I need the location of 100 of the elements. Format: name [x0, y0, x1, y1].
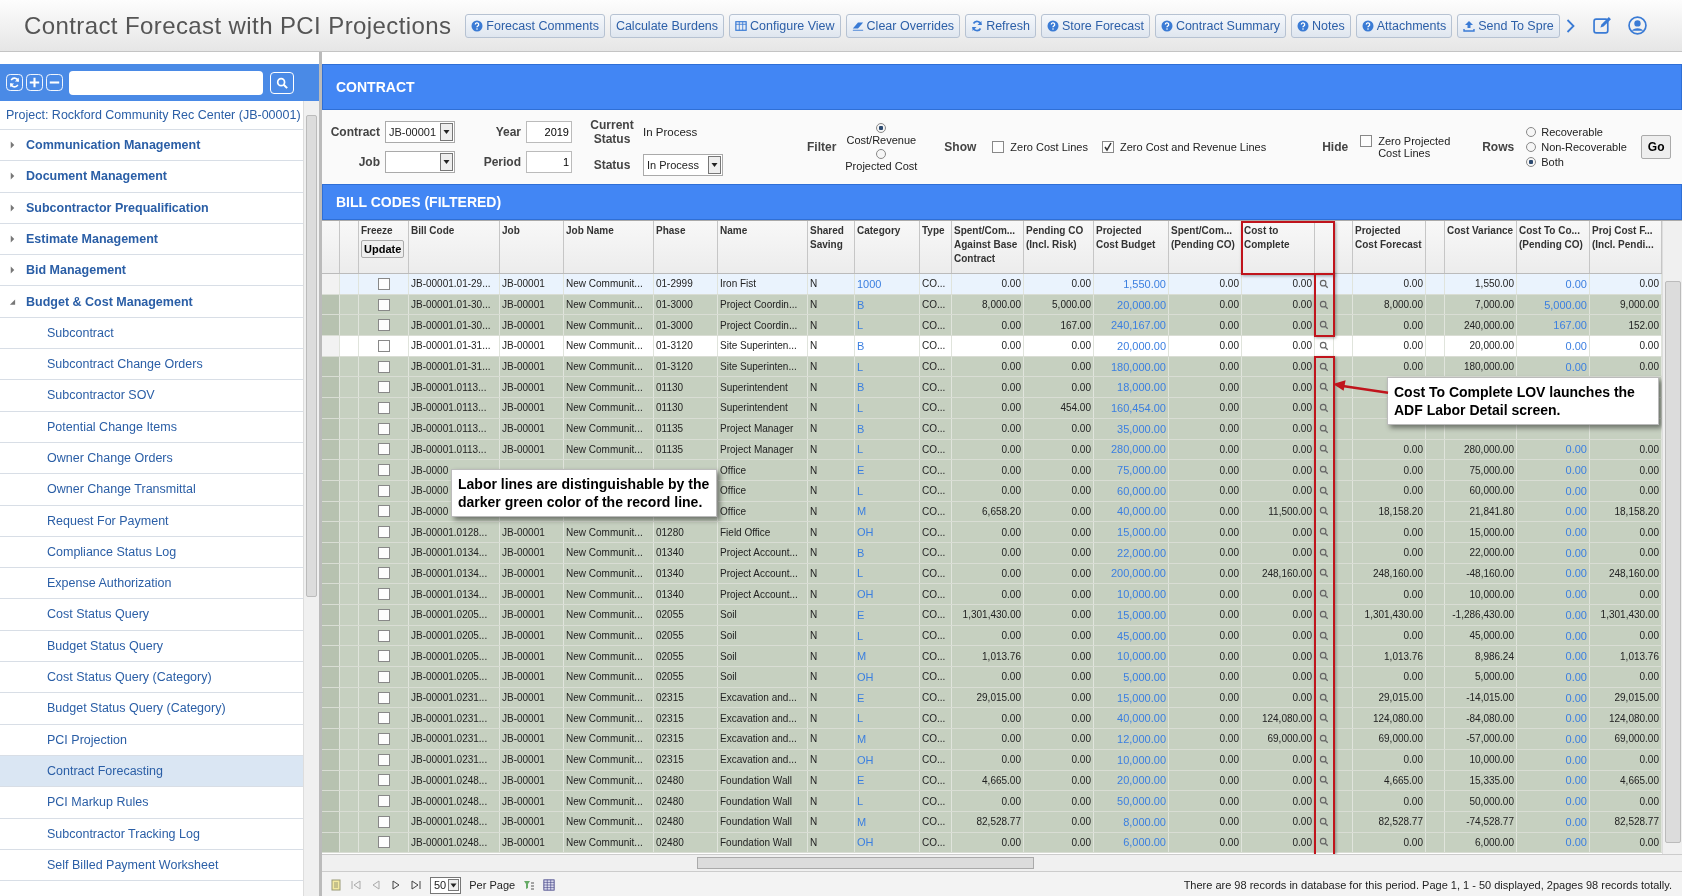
- table-cell: JB-00001: [502, 526, 545, 538]
- table-cell: 0.00: [1292, 609, 1312, 621]
- table-cell: New Communit...: [566, 361, 643, 373]
- table-cell: 69,000.00: [1614, 733, 1659, 745]
- table-cell: CO...: [922, 795, 946, 807]
- table-cell: 0.00: [1219, 774, 1239, 786]
- table-cell: CO...: [922, 816, 946, 828]
- table-cell: New Communit...: [566, 319, 643, 331]
- table-cell: 0.00: [1219, 836, 1239, 848]
- table-cell: 0.00: [1219, 464, 1239, 476]
- table-cell: 0.00: [1219, 816, 1239, 828]
- table-cell: 0.00: [1639, 526, 1659, 538]
- table-cell: 01340: [656, 588, 684, 600]
- table-cell: JB-00001.01-30...: [411, 299, 491, 311]
- table-cell: L: [857, 484, 864, 497]
- table-cell: JB-00001.0248...: [411, 836, 488, 848]
- table-cell: 0.00: [1219, 795, 1239, 807]
- table-cell: 248,160.00: [1608, 567, 1659, 579]
- table-cell: 180,000.00: [1110, 360, 1166, 373]
- table-cell: 248,160.00: [1372, 567, 1423, 579]
- table-cell: 0.00: [1292, 774, 1312, 786]
- menu-group-label: Budget & Cost Management: [26, 294, 193, 309]
- table-cell: 0.00: [1403, 630, 1423, 642]
- table-cell: 01135: [656, 443, 684, 455]
- table-cell: JB-00001: [502, 671, 545, 683]
- table-cell: L: [857, 567, 864, 580]
- table-cell: 280,000.00: [1463, 443, 1514, 455]
- table-cell: JB-0000: [411, 505, 449, 517]
- table-cell: 0.00: [1071, 278, 1091, 290]
- table-cell: CO...: [922, 630, 946, 642]
- column-header: Spent/Com... Against Base Contract: [954, 224, 1019, 266]
- window-title: Contract Forecast with PCI Projections: [24, 11, 452, 40]
- table-cell: 0.00: [1292, 278, 1312, 290]
- table-cell: 0.00: [1001, 547, 1021, 559]
- table-cell: -48,160.00: [1466, 567, 1514, 579]
- table-cell: CO...: [922, 505, 946, 517]
- table-cell: L: [857, 795, 864, 808]
- table-cell: 0.00: [1071, 443, 1091, 455]
- table-cell: 160,454.00: [1110, 401, 1166, 414]
- table-cell: New Communit...: [566, 630, 643, 642]
- table-cell: 0.00: [1219, 485, 1239, 497]
- table-cell: JB-00001.0205...: [411, 630, 488, 642]
- table-cell: M: [857, 815, 867, 828]
- table-cell: 02480: [656, 836, 684, 848]
- field-label: Current Status: [589, 118, 635, 146]
- field-label: Hide: [1322, 140, 1349, 154]
- table-cell: Superintendent: [720, 402, 788, 414]
- table-cell: JB-00001.0248...: [411, 816, 488, 828]
- table-cell: 124,080.00: [1608, 712, 1659, 724]
- table-cell: 29,015.00: [1614, 692, 1659, 704]
- table-cell: Field Office: [720, 526, 771, 538]
- table-cell: 01-3000: [656, 319, 693, 331]
- table-cell: 0.00: [1403, 340, 1423, 352]
- table-cell: 11,500.00: [1268, 505, 1312, 517]
- table-cell: 0.00: [1292, 795, 1312, 807]
- table-cell: 0.00: [1292, 361, 1312, 373]
- table-cell: 0.00: [1071, 423, 1091, 435]
- table-cell: Excavation and...: [720, 733, 797, 745]
- table-cell: 0.00: [1071, 567, 1091, 579]
- table-cell: 0.00: [1001, 443, 1021, 455]
- table-cell: JB-00001: [502, 423, 545, 435]
- table-cell: 20,000.00: [1117, 298, 1166, 311]
- table-cell: Soil: [720, 630, 737, 642]
- column-header: Job Name: [566, 224, 614, 238]
- table-cell: 0.00: [1639, 485, 1659, 497]
- table-cell: E: [857, 608, 865, 621]
- table-cell: 0.00: [1219, 505, 1239, 517]
- table-cell: L: [857, 401, 864, 414]
- table-cell: 0.00: [1001, 795, 1021, 807]
- table-cell: N: [810, 567, 818, 579]
- table-cell: 0.00: [1292, 671, 1312, 683]
- column-header: Cost To Co... (Pending CO): [1519, 224, 1584, 252]
- table-cell: JB-00001: [502, 361, 545, 373]
- table-cell: 0.00: [1565, 629, 1587, 642]
- table-cell: CO...: [922, 402, 946, 414]
- table-cell: JB-00001: [502, 278, 545, 290]
- table-cell: 6,658.20: [982, 505, 1021, 517]
- table-cell: 0.00: [1403, 485, 1423, 497]
- table-cell: 15,000.00: [1117, 691, 1166, 704]
- table-cell: 0.00: [1219, 609, 1239, 621]
- table-cell: 0.00: [1292, 816, 1312, 828]
- table-cell: 0.00: [1071, 754, 1091, 766]
- table-cell: N: [810, 609, 818, 621]
- table-cell: CO...: [922, 712, 946, 724]
- menu-group-label: Subcontractor Prequalification: [26, 200, 209, 215]
- table-cell: 0.00: [1403, 588, 1423, 600]
- table-cell: 0.00: [1071, 526, 1091, 538]
- table-cell: 0.00: [1639, 795, 1659, 807]
- table-cell: 40,000.00: [1117, 505, 1166, 518]
- table-cell: 20,000.00: [1117, 339, 1166, 352]
- table-cell: CO...: [922, 361, 946, 373]
- table-cell: CO...: [922, 423, 946, 435]
- table-cell: 0.00: [1071, 774, 1091, 786]
- table-cell: 0.00: [1292, 464, 1312, 476]
- table-cell: 0.00: [1565, 608, 1587, 621]
- table-cell: 0.00: [1565, 815, 1587, 828]
- table-cell: 0.00: [1292, 443, 1312, 455]
- table-cell: Excavation and...: [720, 712, 797, 724]
- column-header: Spent/Com... (Pending CO): [1171, 224, 1236, 252]
- table-cell: 0.00: [1639, 630, 1659, 642]
